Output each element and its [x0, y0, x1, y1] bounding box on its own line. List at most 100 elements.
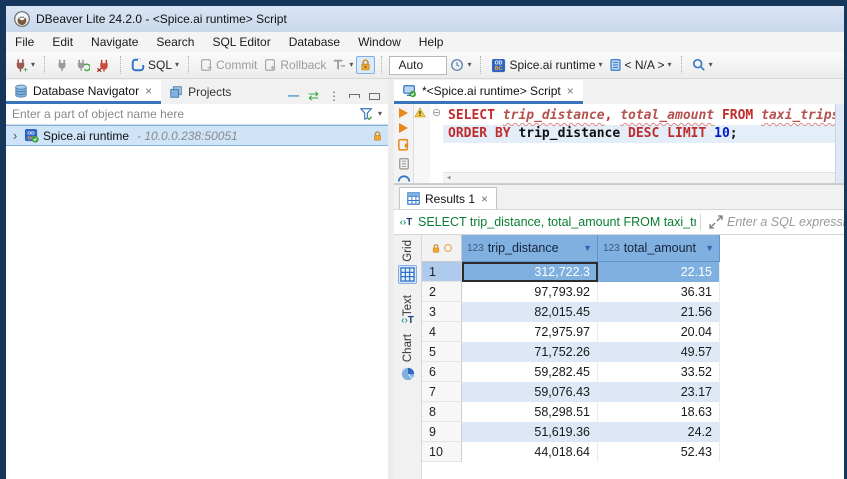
- execute-script-icon[interactable]: [397, 138, 411, 152]
- commit-mode-combo[interactable]: Auto: [389, 56, 447, 75]
- table-row[interactable]: 8 58,298.51 18.63: [422, 402, 844, 422]
- maximize-icon[interactable]: [369, 93, 380, 100]
- rollback-button[interactable]: Rollback: [260, 56, 329, 74]
- table-row[interactable]: 2 97,793.92 36.31: [422, 282, 844, 302]
- view-tab-text[interactable]: Text ‹›T: [399, 295, 416, 323]
- close-icon[interactable]: ×: [144, 84, 153, 98]
- cell-total-amount[interactable]: 52.43: [598, 442, 720, 462]
- view-tab-grid[interactable]: Grid: [398, 240, 417, 284]
- filter-funnel-icon[interactable]: [359, 107, 374, 121]
- row-number[interactable]: 6: [422, 362, 462, 382]
- overview-ruler[interactable]: [835, 104, 844, 183]
- explain-plan-icon[interactable]: [397, 175, 411, 183]
- menu-window[interactable]: Window: [349, 32, 410, 52]
- cell-total-amount[interactable]: 18.63: [598, 402, 720, 422]
- menu-database[interactable]: Database: [280, 32, 349, 52]
- menu-file[interactable]: File: [6, 32, 43, 52]
- cell-total-amount[interactable]: 24.2: [598, 422, 720, 442]
- script-icon[interactable]: [397, 157, 411, 171]
- close-icon[interactable]: ×: [480, 192, 489, 206]
- object-filter-input[interactable]: [6, 107, 359, 121]
- execute-statement-icon[interactable]: [399, 108, 408, 118]
- row-number[interactable]: 2: [422, 282, 462, 302]
- table-row[interactable]: 10 44,018.64 52.43: [422, 442, 844, 462]
- table-row[interactable]: 9 51,619.36 24.2: [422, 422, 844, 442]
- collapse-all-icon[interactable]: —: [288, 90, 299, 102]
- cell-total-amount[interactable]: 21.56: [598, 302, 720, 322]
- menu-navigate[interactable]: Navigate: [82, 32, 147, 52]
- connection-tree-item[interactable]: › OD BC Spice.ai runtime - 10.0.0.238:50…: [6, 125, 388, 146]
- active-database-selector[interactable]: < N/A > ▾: [606, 56, 675, 74]
- cell-trip-distance[interactable]: 44,018.64: [462, 442, 598, 462]
- caret-down-icon[interactable]: ▾: [599, 61, 603, 69]
- transaction-mode-button[interactable]: ▾: [329, 56, 356, 74]
- caret-down-icon[interactable]: ▾: [378, 110, 382, 118]
- menu-search[interactable]: Search: [147, 32, 203, 52]
- row-number[interactable]: 9: [422, 422, 462, 442]
- commit-button[interactable]: Commit: [196, 56, 260, 74]
- tab-database-navigator[interactable]: Database Navigator ×: [6, 80, 161, 104]
- cell-total-amount[interactable]: 22.15: [598, 262, 720, 282]
- scroll-left-icon[interactable]: ◂: [446, 173, 451, 183]
- filter-expression-placeholder[interactable]: Enter a SQL expression to: [727, 215, 844, 229]
- cell-trip-distance[interactable]: 72,975.97: [462, 322, 598, 342]
- cell-trip-distance[interactable]: 82,015.45: [462, 302, 598, 322]
- fold-collapse-icon[interactable]: ⊖: [432, 107, 441, 119]
- cell-trip-distance[interactable]: 58,298.51: [462, 402, 598, 422]
- cell-trip-distance[interactable]: 312,722.3: [462, 262, 598, 282]
- new-connection-button[interactable]: + ▾: [10, 56, 38, 75]
- caret-down-icon[interactable]: ▾: [668, 61, 672, 69]
- connection-readonly-toggle[interactable]: [356, 56, 375, 74]
- cell-total-amount[interactable]: 33.52: [598, 362, 720, 382]
- menu-sql-editor[interactable]: SQL Editor: [203, 32, 279, 52]
- expand-panel-icon[interactable]: [709, 215, 723, 229]
- column-header-trip-distance[interactable]: 123 trip_distance ▼: [462, 235, 598, 262]
- caret-down-icon[interactable]: ▾: [467, 61, 471, 69]
- caret-down-icon[interactable]: ▾: [349, 61, 353, 69]
- row-number[interactable]: 3: [422, 302, 462, 322]
- view-tab-chart[interactable]: Chart: [399, 334, 417, 383]
- cell-trip-distance[interactable]: 51,619.36: [462, 422, 598, 442]
- caret-down-icon[interactable]: ▾: [709, 61, 713, 69]
- table-row[interactable]: 5 71,752.26 49.57: [422, 342, 844, 362]
- horizontal-scrollbar[interactable]: ◂: [443, 172, 835, 183]
- row-number[interactable]: 7: [422, 382, 462, 402]
- cell-total-amount[interactable]: 23.17: [598, 382, 720, 402]
- table-row[interactable]: 6 59,282.45 33.52: [422, 362, 844, 382]
- code-area[interactable]: SELECT trip_distance, total_amount FROM …: [443, 104, 835, 183]
- search-button[interactable]: ▾: [689, 56, 716, 74]
- row-number[interactable]: 8: [422, 402, 462, 422]
- execute-new-tab-icon[interactable]: +: [399, 123, 408, 133]
- link-with-editor-icon[interactable]: ⇄: [308, 88, 319, 104]
- table-row[interactable]: 3 82,015.45 21.56: [422, 302, 844, 322]
- caret-down-icon[interactable]: ▾: [175, 61, 179, 69]
- cell-trip-distance[interactable]: 71,752.26: [462, 342, 598, 362]
- reconnect-button[interactable]: [72, 56, 93, 75]
- tab-results-1[interactable]: Results 1 ×: [399, 187, 497, 209]
- row-number[interactable]: 5: [422, 342, 462, 362]
- table-row[interactable]: 4 72,975.97 20.04: [422, 322, 844, 342]
- caret-down-icon[interactable]: ▾: [31, 61, 35, 69]
- grid-corner-cell[interactable]: [422, 235, 462, 262]
- disconnect-button[interactable]: [93, 56, 114, 75]
- minimize-icon[interactable]: [349, 94, 360, 98]
- table-row[interactable]: 1 312,722.3 22.15: [422, 262, 844, 282]
- tab-sql-script[interactable]: *<Spice.ai runtime> Script ×: [394, 80, 583, 104]
- view-menu-icon[interactable]: ⋮: [328, 89, 340, 103]
- connect-button[interactable]: [52, 56, 72, 74]
- column-header-total-amount[interactable]: 123 total_amount ▼: [598, 235, 720, 262]
- cell-trip-distance[interactable]: 59,076.43: [462, 382, 598, 402]
- expander-chevron-icon[interactable]: ›: [10, 128, 20, 143]
- transaction-log-button[interactable]: ▾: [447, 56, 474, 74]
- menu-help[interactable]: Help: [410, 32, 453, 52]
- sort-desc-icon[interactable]: ▼: [583, 243, 592, 253]
- active-connection-selector[interactable]: OD BC Spice.ai runtime ▾: [488, 56, 605, 75]
- row-number[interactable]: 10: [422, 442, 462, 462]
- warning-icon[interactable]: [414, 107, 426, 118]
- cell-trip-distance[interactable]: 59,282.45: [462, 362, 598, 382]
- cell-total-amount[interactable]: 49.57: [598, 342, 720, 362]
- cell-total-amount[interactable]: 36.31: [598, 282, 720, 302]
- sql-editor-button[interactable]: SQL ▾: [128, 56, 182, 74]
- close-icon[interactable]: ×: [566, 84, 575, 98]
- cell-trip-distance[interactable]: 97,793.92: [462, 282, 598, 302]
